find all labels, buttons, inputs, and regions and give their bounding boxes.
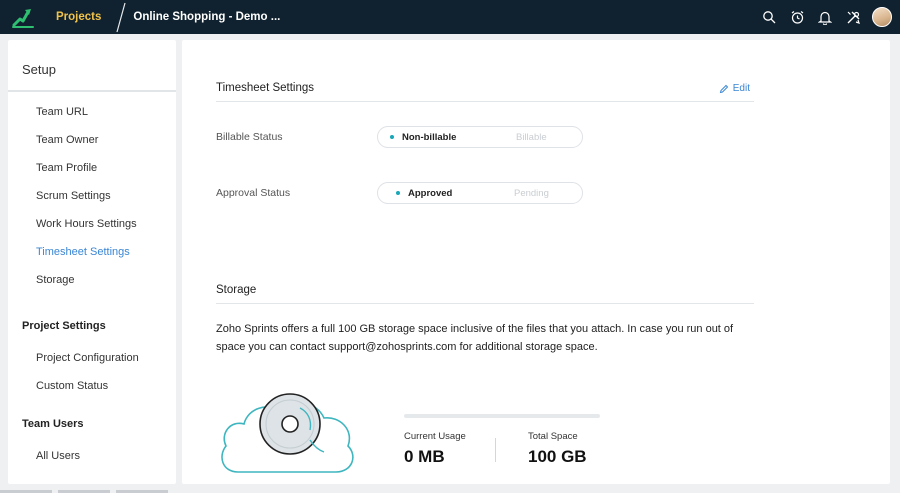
storage-section-header: Storage	[216, 282, 754, 304]
sidebar-item-all-users[interactable]: All Users	[8, 442, 176, 470]
billable-status-toggle[interactable]: Non-billable Billable	[377, 126, 583, 148]
storage-description: Zoho Sprints offers a full 100 GB storag…	[216, 323, 734, 353]
project-name[interactable]: Online Shopping - Demo ...	[133, 11, 280, 23]
tools-icon[interactable]	[844, 8, 862, 26]
billable-option-selected[interactable]: Non-billable	[378, 132, 498, 143]
team-users-heading: Team Users	[22, 418, 84, 430]
current-usage-label: Current Usage	[404, 431, 466, 442]
settings-panel: Timesheet Settings Edit Billable Status …	[182, 40, 890, 484]
setup-items: Team URL Team Owner Team Profile Scrum S…	[8, 92, 176, 294]
top-icons	[760, 0, 892, 34]
sidebar-item-storage[interactable]: Storage	[8, 266, 176, 294]
pending-option[interactable]: Pending	[498, 188, 582, 199]
bell-icon[interactable]	[816, 8, 834, 26]
non-billable-label: Non-billable	[402, 131, 457, 143]
sprints-logo-icon	[12, 9, 34, 28]
sidebar-item-timesheet-settings[interactable]: Timesheet Settings	[8, 238, 176, 266]
edit-button[interactable]: Edit	[719, 83, 750, 94]
sidebar-item-project-configuration[interactable]: Project Configuration	[8, 344, 176, 372]
total-space-label: Total Space	[528, 431, 578, 442]
sidebar-item-team-url[interactable]: Team URL	[8, 98, 176, 126]
pencil-icon	[719, 84, 728, 93]
top-bar: Projects Online Shopping - Demo ...	[0, 0, 900, 34]
billable-option[interactable]: Billable	[498, 132, 582, 143]
selected-dot-icon	[396, 191, 400, 195]
breadcrumb-separator	[116, 2, 126, 33]
timesheet-section-header: Timesheet Settings Edit	[216, 80, 754, 102]
approval-status-toggle[interactable]: Approved Pending	[377, 182, 583, 204]
storage-heading: Storage	[216, 284, 257, 296]
sidebar-item-custom-status[interactable]: Custom Status	[8, 372, 176, 400]
timer-icon[interactable]	[788, 8, 806, 26]
projects-tab[interactable]: Projects	[46, 0, 111, 34]
sidebar-title: Setup	[8, 40, 176, 92]
billable-status-label: Billable Status	[216, 131, 283, 143]
storage-usage-bar	[404, 414, 600, 418]
approval-status-label: Approval Status	[216, 187, 291, 199]
project-settings-heading: Project Settings	[22, 320, 106, 332]
current-usage-value: 0 MB	[404, 447, 445, 466]
sidebar-item-team-profile[interactable]: Team Profile	[8, 154, 176, 182]
user-avatar[interactable]	[872, 7, 892, 27]
setup-sidebar: Setup Team URL Team Owner Team Profile S…	[8, 40, 176, 484]
sidebar-item-scrum-settings[interactable]: Scrum Settings	[8, 182, 176, 210]
sprints-logo[interactable]	[0, 0, 46, 34]
total-space-value: 100 GB	[528, 447, 587, 466]
timesheet-heading: Timesheet Settings	[216, 82, 315, 94]
approved-label: Approved	[408, 187, 453, 199]
edit-label: Edit	[732, 83, 750, 94]
stats-divider	[495, 438, 496, 462]
search-icon[interactable]	[760, 8, 778, 26]
sidebar-item-team-owner[interactable]: Team Owner	[8, 126, 176, 154]
approval-option-selected[interactable]: Approved	[378, 188, 498, 199]
cloud-storage-illustration	[221, 393, 354, 473]
sidebar-item-work-hours-settings[interactable]: Work Hours Settings	[8, 210, 176, 238]
selected-dot-icon	[390, 135, 394, 139]
